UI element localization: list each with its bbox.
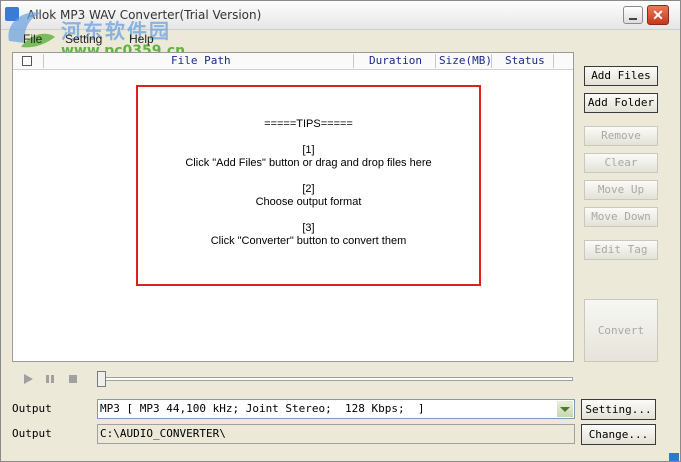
tips-panel: =====TIPS===== [1] Click "Add Files" but… [136,85,481,286]
output-format-value: MP3 [ MP3 44,100 kHz; Joint Stereo; 128 … [100,402,425,415]
change-button[interactable]: Change... [581,424,656,445]
output-format-select[interactable]: MP3 [ MP3 44,100 kHz; Joint Stereo; 128 … [97,399,575,419]
column-duration[interactable]: Duration [369,54,422,68]
tip-step-text: Choose output format [255,196,362,208]
add-files-button[interactable]: Add Files [584,66,658,86]
play-icon[interactable] [22,373,34,385]
tip-step-text: Click "Converter" button to convert them [210,235,407,247]
pause-icon[interactable] [44,373,56,385]
output-path-value: C:\AUDIO_CONVERTER\ [100,427,226,440]
edit-tag-button[interactable]: Edit Tag [584,240,658,260]
tip-step-number: [1] [302,144,315,156]
minimize-button[interactable] [623,6,643,24]
output-path-field[interactable]: C:\AUDIO_CONVERTER\ [97,424,575,444]
convert-button[interactable]: Convert [584,299,658,362]
menu-file[interactable]: File [23,32,42,46]
add-folder-button[interactable]: Add Folder [584,93,658,113]
column-file-path[interactable]: File Path [171,54,231,68]
seek-thumb[interactable] [97,371,106,387]
column-size[interactable]: Size(MB) [439,54,492,68]
seek-bar[interactable] [97,377,573,381]
close-button[interactable]: ✕ [647,5,669,25]
stop-icon[interactable] [67,373,79,385]
menu-help[interactable]: Help [129,32,154,46]
clear-button[interactable]: Clear [584,153,658,173]
select-all-checkbox[interactable] [22,56,32,66]
menu-bar: File Setting Help [1,30,680,50]
output-format-label: Output [12,402,52,415]
output-path-label: Output [12,427,52,440]
file-list-header: File Path Duration Size(MB) Status [13,53,573,70]
chevron-down-icon[interactable] [557,401,573,417]
tip-step-number: [3] [302,222,315,234]
tip-step-text: Click "Add Files" button or drag and dro… [185,157,432,169]
column-status[interactable]: Status [505,54,545,68]
app-window: Allok MP3 WAV Converter(Trial Version) ✕… [0,0,681,462]
menu-setting[interactable]: Setting [65,32,102,46]
player-controls [12,367,92,391]
setting-button[interactable]: Setting... [581,399,656,420]
move-down-button[interactable]: Move Down [584,207,658,227]
move-up-button[interactable]: Move Up [584,180,658,200]
corner-marker [669,453,679,461]
remove-button[interactable]: Remove [584,126,658,146]
tips-heading: =====TIPS===== [264,118,353,130]
tip-step-number: [2] [302,183,315,195]
